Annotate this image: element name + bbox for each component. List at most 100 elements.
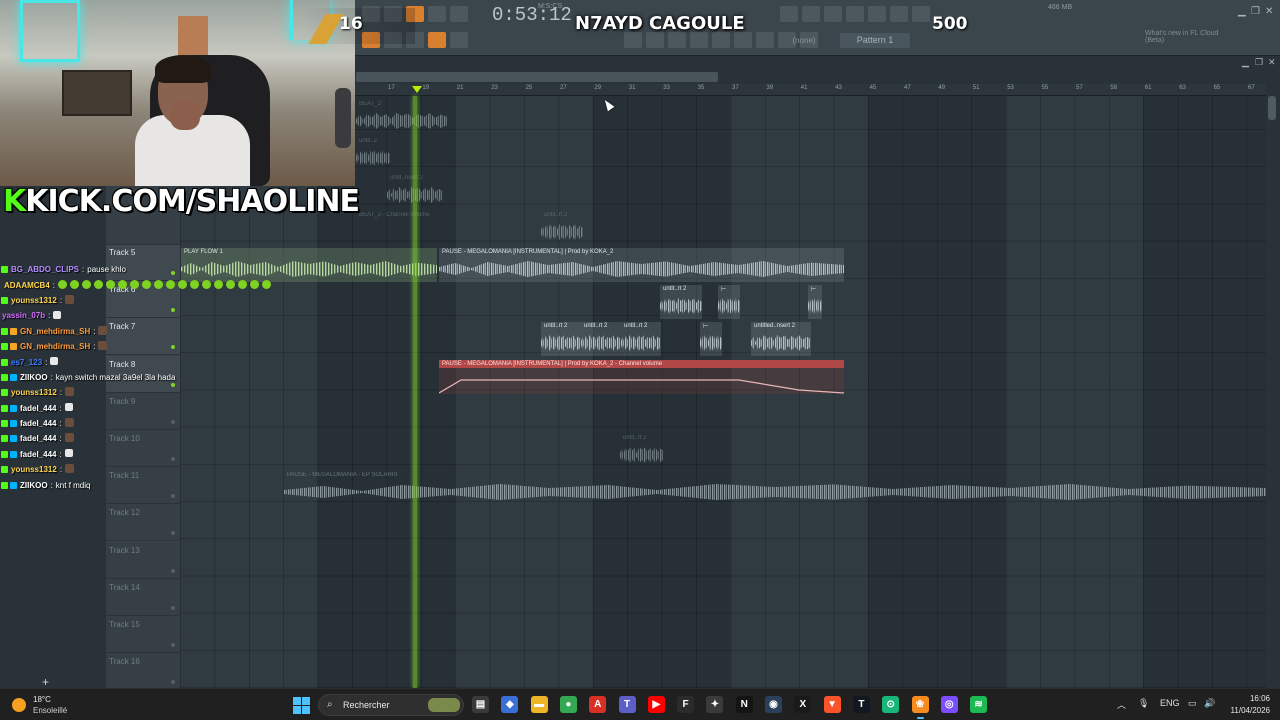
clip-untit-ghost[interactable]: untit..rt 2 (620, 434, 664, 468)
streamer-hand (170, 100, 200, 130)
track-mute-led[interactable] (171, 643, 175, 647)
clip-untit-small[interactable]: ⊢ (700, 322, 722, 356)
track-header[interactable]: Track 13 (106, 541, 180, 579)
weather-sun-icon[interactable] (12, 698, 26, 712)
chat-username[interactable]: younss1312 (11, 465, 57, 474)
playhead[interactable] (413, 96, 417, 688)
obs-icon[interactable]: ⊙ (882, 696, 900, 713)
track-mute-led[interactable] (171, 531, 175, 536)
chrome-icon[interactable]: ● (559, 696, 577, 713)
track-name: Track 16 (109, 657, 140, 667)
chat-username[interactable]: younss1312 (11, 296, 57, 305)
clip-title: ⊢ (811, 287, 817, 293)
green-badge-icon (1, 266, 8, 274)
clip-untit-d[interactable]: untit..rt 2 (621, 322, 661, 356)
clip-untit-c[interactable]: untit..rt 2 (581, 322, 621, 356)
track-mute-led[interactable] (171, 605, 175, 610)
volume-icon[interactable]: 🔊 (1204, 698, 1215, 709)
teams-icon[interactable]: T (618, 696, 636, 713)
weather-temperature[interactable]: 18°C (33, 695, 51, 704)
emote-icon (50, 357, 59, 366)
steam-icon[interactable]: ◉ (765, 696, 782, 713)
chat-separator: : (45, 357, 48, 367)
clip-title: untit..rt 2 (663, 286, 687, 292)
tradingview-icon[interactable]: T (852, 696, 870, 713)
taskbar-search[interactable]: ⌕ Rechercher (318, 694, 464, 716)
clip-beat[interactable]: BEAT_2 (356, 100, 448, 134)
emote-icon (64, 449, 73, 458)
fn-app-icon[interactable]: F (677, 696, 695, 713)
ruler-tick: 65 (1213, 85, 1221, 91)
restore-icon[interactable]: ❐ (1251, 6, 1260, 17)
clip-untit-small[interactable]: ⊢ (718, 285, 740, 319)
chat-username[interactable]: younss1312 (11, 388, 57, 397)
chat-username[interactable]: fadel_444 (20, 419, 56, 428)
clip-title: BEAT_2 - Channel volume (359, 212, 430, 218)
clock-time[interactable]: 16:06 (1226, 694, 1270, 703)
kick-logo-letter: K (3, 184, 26, 219)
start-button[interactable] (293, 697, 310, 714)
close-icon[interactable]: ✕ (1265, 6, 1273, 17)
brave-icon[interactable]: ▼ (823, 696, 841, 713)
fl-studio-icon[interactable]: ❀ (911, 696, 929, 719)
clock-date[interactable]: 11/04/2026 (1226, 706, 1270, 715)
clip-untit-small[interactable]: ⊢ (808, 285, 822, 319)
green-badge-icon (1, 296, 8, 304)
track-header[interactable]: Track 15 (106, 616, 180, 653)
language-indicator[interactable]: ENG (1160, 698, 1180, 708)
spotify-icon[interactable]: ≋ (970, 696, 988, 713)
chat-username[interactable]: fadel_444 (20, 450, 56, 459)
track-mute-led[interactable] (171, 680, 175, 685)
clip-untit[interactable]: untit..2 (356, 137, 390, 171)
folder-icon[interactable]: ▬ (530, 696, 548, 713)
song-position-marker[interactable] (412, 86, 422, 93)
microphone-icon[interactable]: 🎙 (1138, 698, 1149, 709)
clip-title: untit..nsert 2 (390, 175, 424, 181)
network-icon[interactable]: ▭ (1188, 698, 1197, 709)
green-badge-icon (1, 481, 8, 489)
chat-username[interactable]: fadel_444 (20, 434, 56, 443)
copilot-icon[interactable]: ◆ (501, 696, 519, 713)
weather-description[interactable]: Ensoleillé (33, 706, 67, 715)
netflix-icon[interactable]: N (735, 696, 753, 713)
chat-username[interactable]: GN_mehdirma_SH (20, 342, 90, 351)
minimize-icon[interactable]: ▁ (1238, 6, 1246, 17)
chat-username[interactable]: BG_ABDO_CLIPS (11, 265, 79, 274)
youtube-icon[interactable]: ▶ (647, 696, 665, 713)
chat-username[interactable]: ADAAMCB4 (4, 281, 50, 290)
playlist-vertical-scrollbar[interactable] (1268, 96, 1276, 120)
playlist-minimize-icon[interactable]: ▁ (1242, 57, 1249, 68)
playlist-restore-icon[interactable]: ❐ (1255, 57, 1263, 68)
acrobat-icon[interactable]: A (589, 696, 607, 713)
chat-username[interactable]: GN_mehdirma_SH (20, 327, 90, 336)
clip-untit-b[interactable]: untit..rt 2 (541, 322, 581, 356)
track-header[interactable]: Track 12 (106, 504, 180, 542)
file-explorer-icon[interactable]: ▤ (472, 696, 489, 713)
gamepad-icon[interactable]: ✦ (706, 696, 724, 713)
add-icon[interactable]: + (42, 675, 49, 689)
clip-pause-solaris[interactable]: PAUSE - MEGALOMANIA - EP SOLARIS (284, 471, 1266, 505)
track-header[interactable]: Track 16 (106, 653, 180, 691)
clip-pause-volume-automation[interactable]: PAUSE - MEGALOMANIA [INSTRUMENTAL] | Pro… (439, 360, 844, 394)
chat-username[interactable]: yassin_07b (2, 311, 45, 320)
clip-pause-main[interactable]: PAUSE - MEGALOMANIA [INSTRUMENTAL] | Pro… (439, 248, 844, 282)
chat-username[interactable]: ZIIKOO (20, 481, 48, 490)
xm-app-icon[interactable]: X (794, 696, 812, 713)
clip-untitled-insert[interactable]: untitled..nsert 2 (751, 322, 811, 356)
chat-username[interactable]: fadel_444 (20, 404, 56, 413)
obs-studio-icon[interactable]: ◎ (940, 696, 958, 713)
track-header[interactable]: Track 14 (106, 578, 180, 616)
playlist-horizontal-scrollbar[interactable] (356, 72, 718, 82)
track-mute-led[interactable] (171, 568, 175, 573)
chat-text: pause khlo (87, 265, 126, 275)
chat-text: kayn switch mazal 3a9el 3la hada (55, 372, 176, 382)
news-hint[interactable]: What's new in FL Cloud (Beta) (1145, 30, 1235, 44)
clip-untit-a[interactable]: untit..rt 2 (660, 285, 702, 319)
clip-untit-t4[interactable]: untit..rt 2 (541, 211, 583, 245)
track-mute-led[interactable] (171, 494, 175, 499)
chevron-up-icon[interactable]: ︿ (1117, 698, 1126, 711)
clip-beat-volume[interactable]: BEAT_2 - Channel volume (356, 211, 448, 245)
playlist-close-icon[interactable]: ✕ (1268, 57, 1276, 68)
chat-username[interactable]: ZIIKOO (20, 373, 48, 382)
chat-username[interactable]: es7_123 (11, 358, 42, 367)
